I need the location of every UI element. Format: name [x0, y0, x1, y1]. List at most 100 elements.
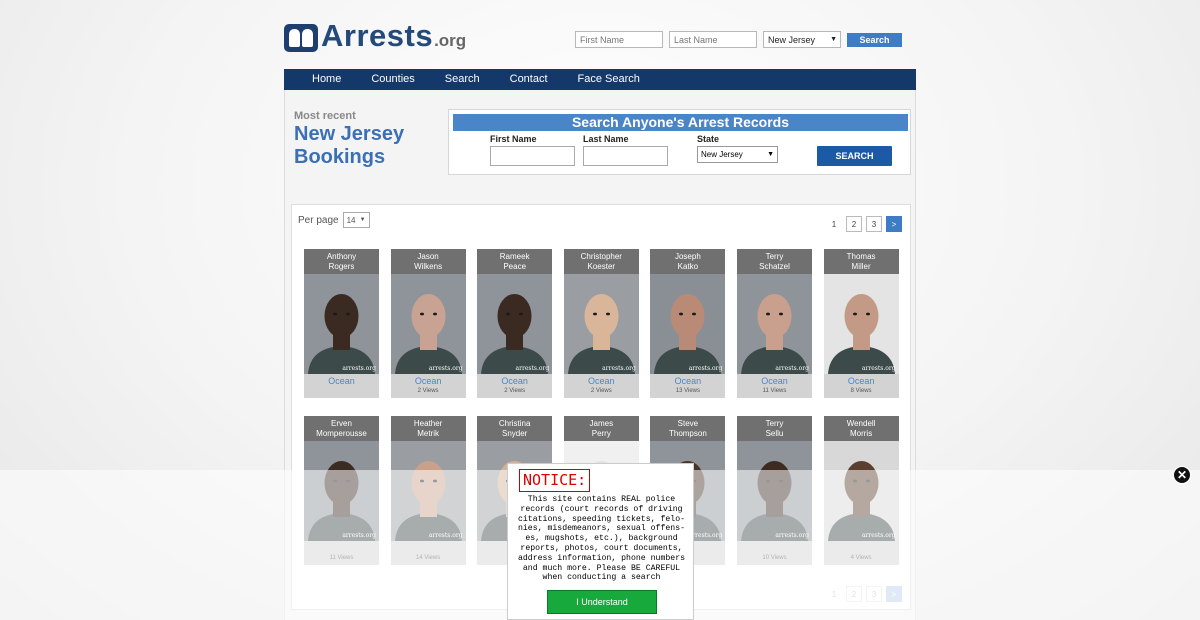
nav-face-search[interactable]: Face Search	[563, 69, 655, 90]
card-name[interactable]: Heather Metrik	[390, 416, 466, 441]
search-box-title: Search Anyone's Arrest Records	[453, 114, 908, 131]
first-name-input[interactable]	[490, 146, 575, 166]
mugshot-card[interactable]: Anthony Rogers arrests.org Ocean	[304, 249, 379, 398]
card-last-name: Perry	[591, 428, 611, 438]
per-page-select[interactable]: 14 ▼	[342, 212, 370, 228]
card-name[interactable]: Rameek Peace	[477, 249, 553, 274]
card-name[interactable]: Terry Schatzel	[737, 249, 812, 274]
card-last-name: Peace	[503, 261, 527, 271]
header-search-button[interactable]: Search	[847, 32, 902, 47]
mugshot-photo[interactable]: arrests.org	[390, 274, 466, 374]
nav-counties[interactable]: Counties	[356, 69, 429, 90]
person-silhouette-icon	[567, 294, 635, 374]
card-name[interactable]: Wendell Morris	[823, 416, 899, 441]
logo-badge-icon	[284, 24, 318, 52]
record-search-box: Search Anyone's Arrest Records First Nam…	[448, 109, 911, 175]
page-3[interactable]: 3	[866, 216, 882, 232]
site-logo[interactable]: Arrests .org	[284, 20, 466, 52]
mugshot-card[interactable]: Terry Schatzel arrests.org Ocean 11 Views	[737, 249, 812, 398]
per-page-control: Per page 14 ▼	[298, 212, 370, 228]
header-first-name-input[interactable]	[575, 31, 663, 48]
mugshot-photo[interactable]: arrests.org	[477, 274, 553, 374]
mugshot-card[interactable]: Joseph Katko arrests.org Ocean 13 Views	[650, 249, 726, 398]
card-first-name: Erven	[331, 419, 352, 428]
card-county-link[interactable]: Ocean	[737, 376, 812, 386]
card-name[interactable]: Terry Sellu	[737, 416, 812, 441]
card-first-name: Rameek	[499, 252, 530, 261]
card-name[interactable]: Erven Momperousse	[304, 416, 379, 441]
card-name[interactable]: Thomas Miller	[823, 249, 899, 274]
card-county-link[interactable]: Ocean	[304, 376, 379, 386]
page-next[interactable]: >	[886, 216, 902, 232]
card-last-name: Snyder	[502, 428, 528, 438]
card-first-name: Terry	[765, 419, 784, 428]
chevron-down-icon: ▼	[830, 36, 837, 43]
state-select-value: New Jersey	[701, 150, 743, 159]
card-name[interactable]: Anthony Rogers	[304, 249, 379, 274]
notice-body: This site contains REAL police records (…	[517, 495, 686, 583]
mugshot-card[interactable]: Thomas Miller arrests.org Ocean 8 Views	[823, 249, 899, 398]
mugshot-photo[interactable]: arrests.org	[737, 274, 812, 374]
card-views: 2 Views	[417, 388, 439, 394]
card-first-name: Anthony	[326, 252, 357, 261]
card-name[interactable]: Steve Thompson	[650, 416, 726, 441]
person-silhouette-icon	[654, 294, 722, 374]
per-page-value: 14	[346, 215, 356, 225]
person-silhouette-icon	[481, 294, 549, 374]
card-county-link[interactable]: Ocean	[477, 376, 552, 386]
card-county-link[interactable]: Ocean	[650, 376, 725, 386]
pagination-top: 1 2 3 >	[822, 216, 902, 232]
card-first-name: Christopher	[580, 252, 622, 261]
state-label: State	[697, 134, 720, 144]
card-first-name: Steve	[677, 419, 699, 428]
card-name[interactable]: Joseph Katko	[650, 249, 726, 274]
mugshot-photo[interactable]: arrests.org	[823, 274, 899, 374]
card-last-name: Metrik	[417, 428, 439, 438]
card-name[interactable]: Christopher Koester	[563, 249, 639, 274]
card-first-name: Joseph	[674, 252, 701, 261]
logo-suffix: .org	[434, 31, 467, 50]
card-last-name: Wilkens	[414, 261, 443, 271]
close-icon[interactable]: ✕	[1173, 466, 1191, 484]
first-name-label: First Name	[490, 134, 537, 144]
card-name[interactable]: Christina Snyder	[477, 416, 553, 441]
page-title: New Jersey Bookings	[294, 123, 405, 168]
understand-button[interactable]: I Understand	[547, 590, 657, 614]
search-button[interactable]: SEARCH	[817, 146, 892, 166]
header-last-name-input[interactable]	[669, 31, 757, 48]
card-views: 13 Views	[675, 388, 701, 394]
watermark: arrests.org	[775, 365, 809, 372]
mugshot-photo[interactable]: arrests.org	[650, 274, 726, 374]
card-first-name: Jason	[417, 252, 439, 261]
card-views: 11 Views	[762, 388, 787, 394]
last-name-label: Last Name	[583, 134, 629, 144]
nav-home[interactable]: Home	[284, 69, 356, 90]
mugshot-card[interactable]: Rameek Peace arrests.org Ocean 2 Views	[477, 249, 553, 398]
watermark: arrests.org	[342, 365, 376, 372]
last-name-input[interactable]	[583, 146, 668, 166]
watermark: arrests.org	[428, 365, 463, 372]
state-select[interactable]: New Jersey ▼	[697, 146, 778, 163]
page-1[interactable]: 1	[826, 216, 842, 232]
page-2[interactable]: 2	[846, 216, 862, 232]
card-name[interactable]: Jason Wilkens	[390, 249, 466, 274]
card-last-name: Schatzel	[759, 261, 790, 271]
recent-subtitle: Most recent	[294, 110, 356, 122]
mugshot-photo[interactable]: arrests.org	[563, 274, 639, 374]
card-county-link[interactable]: Ocean	[824, 376, 899, 386]
card-last-name: Sellu	[765, 428, 784, 438]
recent-heading: Most recent New Jersey Bookings	[294, 110, 434, 169]
card-first-name: Heather	[413, 419, 443, 428]
card-county-link[interactable]: Ocean	[391, 376, 466, 386]
nav-contact[interactable]: Contact	[495, 69, 563, 90]
card-last-name: Thompson	[668, 428, 707, 438]
mugshot-card[interactable]: Jason Wilkens arrests.org Ocean 2 Views	[390, 249, 466, 398]
nav-search[interactable]: Search	[430, 69, 495, 90]
mugshot-card[interactable]: Christopher Koester arrests.org Ocean 2 View…	[563, 249, 639, 398]
header-state-select[interactable]: New Jersey ▼	[763, 31, 841, 48]
card-last-name: Morris	[849, 428, 873, 438]
card-name[interactable]: James Perry	[563, 416, 639, 441]
card-county-link[interactable]: Ocean	[564, 376, 639, 386]
mugshot-photo[interactable]: arrests.org	[304, 274, 379, 374]
watermark: arrests.org	[861, 365, 896, 372]
